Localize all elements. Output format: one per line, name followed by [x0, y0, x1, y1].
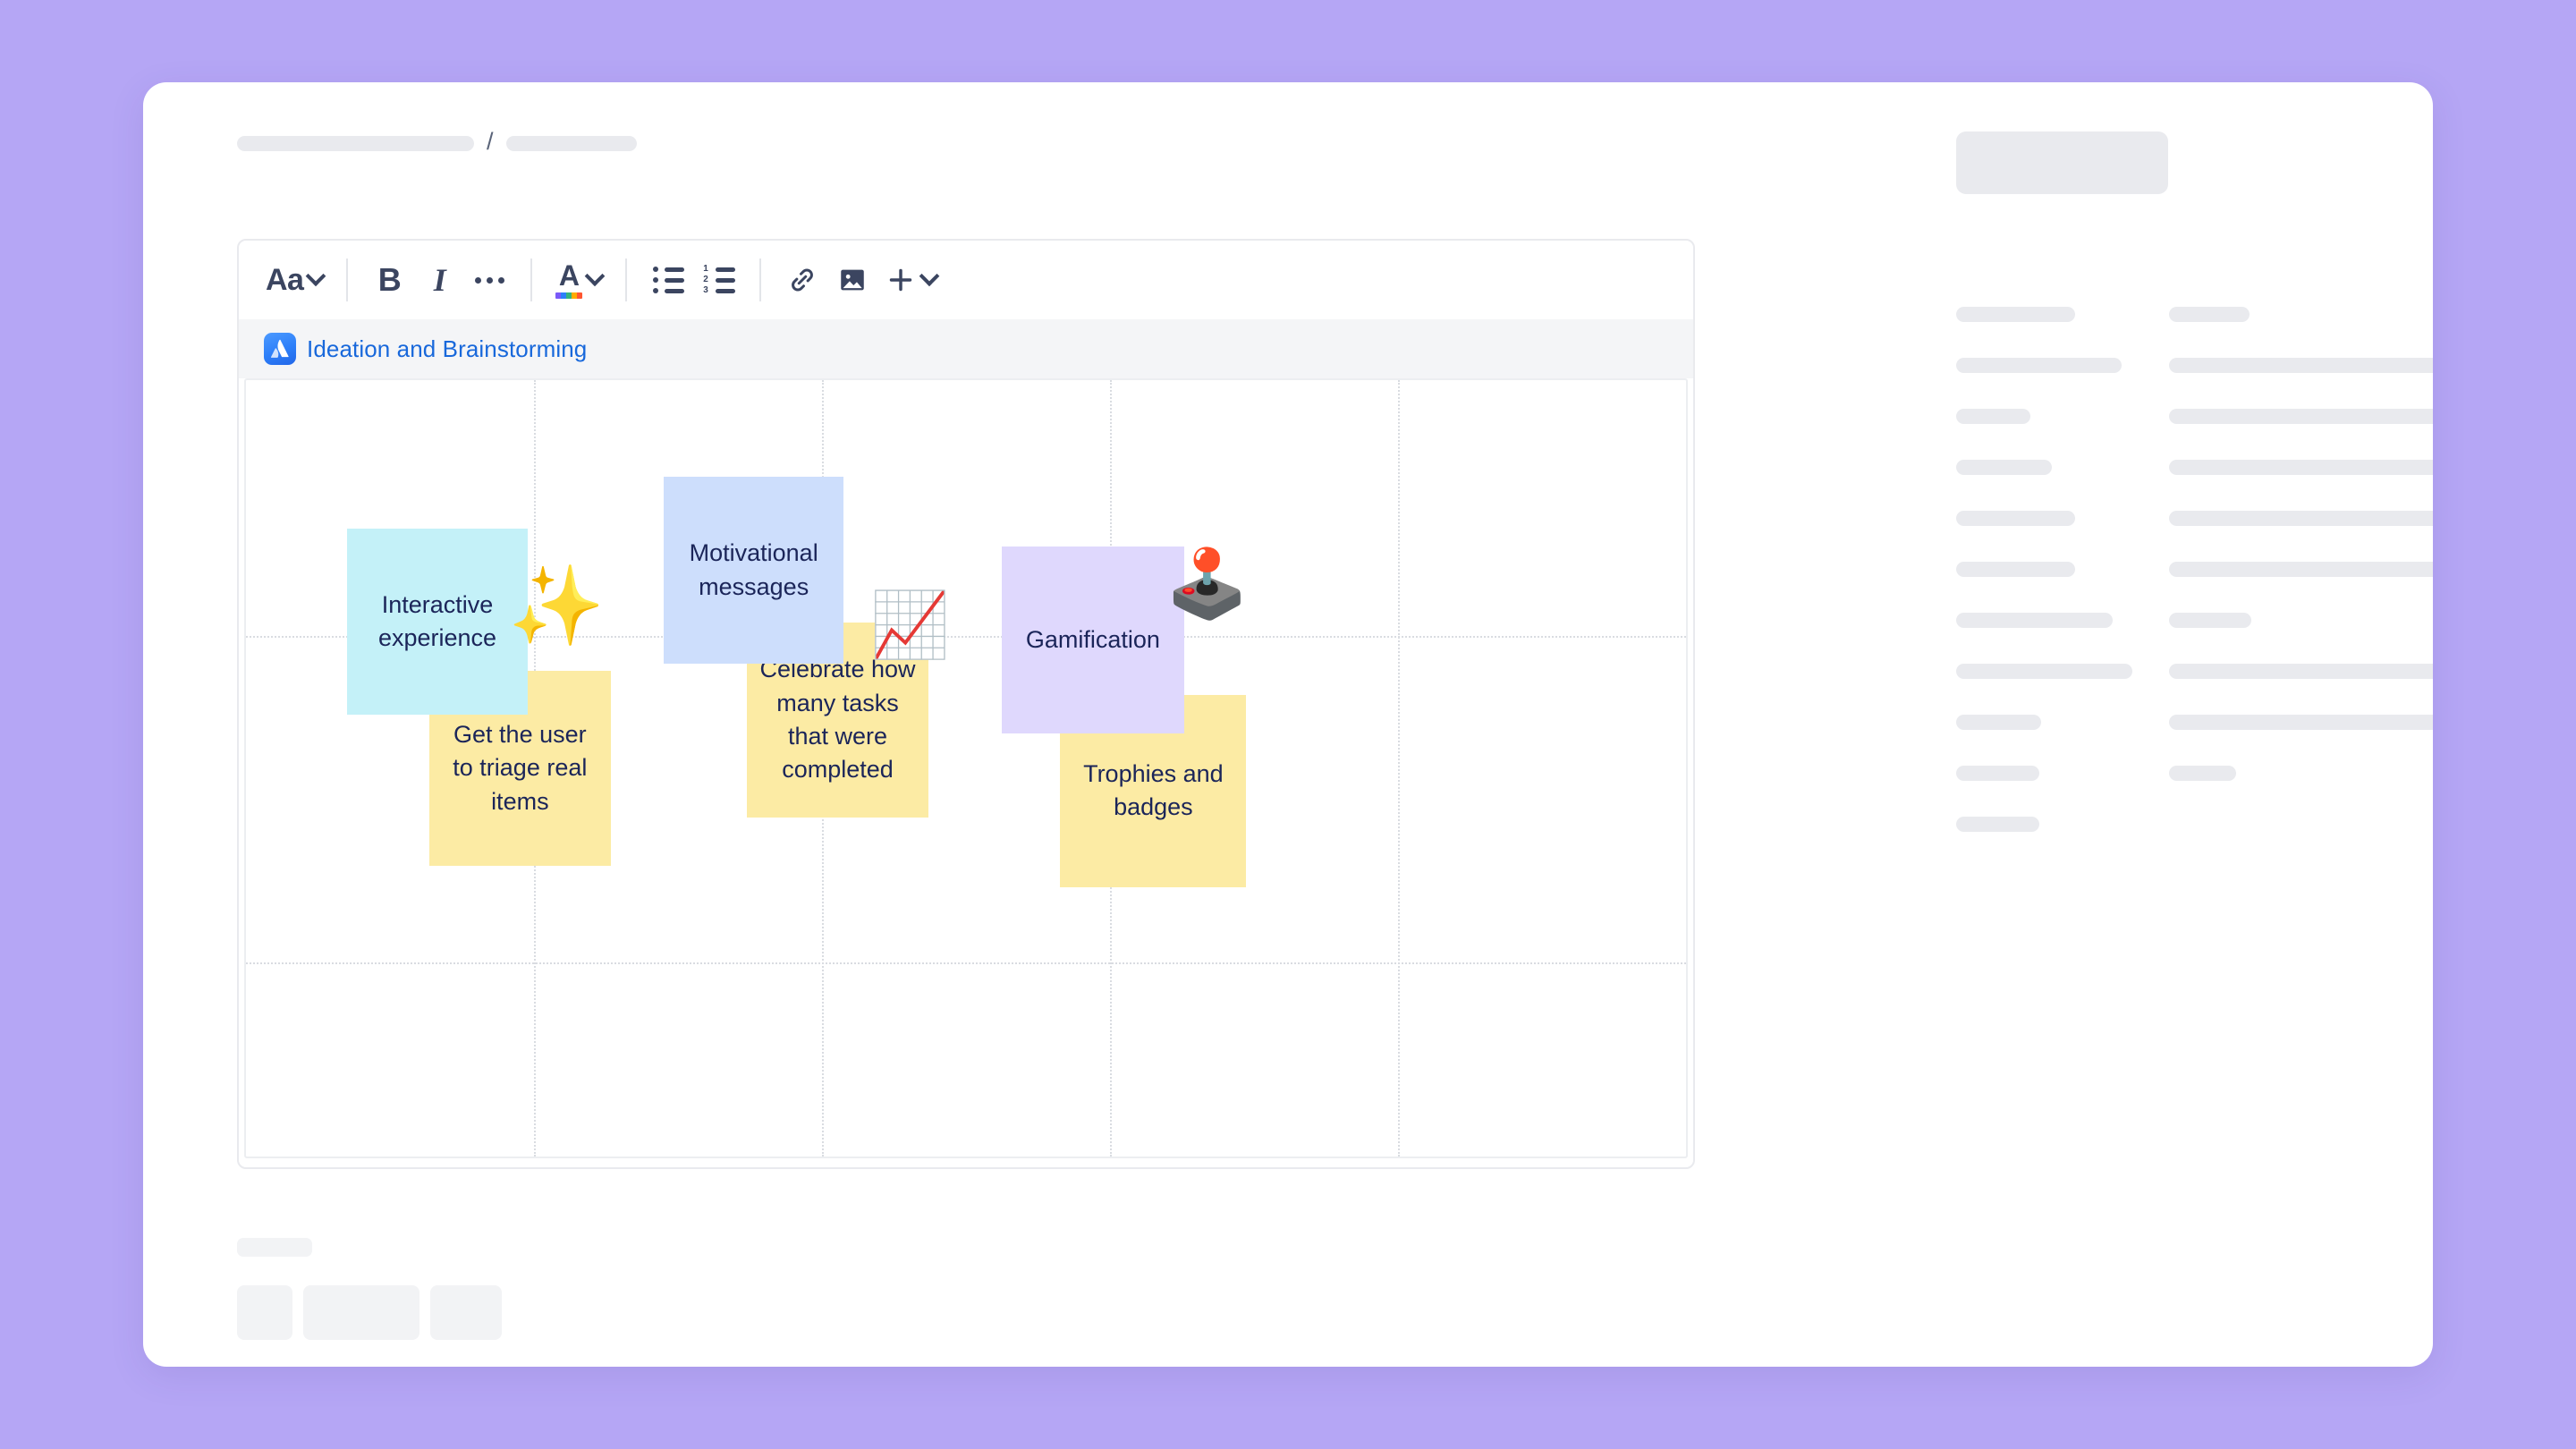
side-panel-line-placeholder — [2169, 715, 2433, 730]
side-panel-line-placeholder — [2169, 409, 2433, 424]
side-panel-line-placeholder — [1956, 358, 2122, 373]
toolbar-group-color: A — [548, 255, 609, 305]
side-panel-line-placeholder — [1956, 715, 2041, 730]
whiteboard-title: Ideation and Brainstorming — [307, 335, 588, 362]
sticky-note[interactable]: Gamification — [1002, 547, 1184, 733]
toolbar-divider — [625, 258, 628, 301]
side-panel-line-placeholder — [2169, 562, 2433, 577]
numbered-list-icon: 1 2 3 — [702, 265, 735, 295]
app-window-card: / Aa B I A 1 2 3 Ideation and Brainstorm… — [143, 82, 2433, 1367]
text-color-icon: A — [555, 259, 583, 299]
sticky-note-text: Interactive experience — [377, 590, 497, 651]
sticky-note-text: Get the user to triage real items — [453, 721, 588, 815]
atlassian-logo-icon — [264, 333, 296, 365]
side-panel-line-placeholder — [1956, 460, 2052, 475]
side-panel-line-placeholder — [2169, 511, 2433, 526]
bullet-list-icon — [652, 267, 684, 293]
sticky-note[interactable]: Motivational messages — [663, 477, 844, 664]
editor-pane: / Aa B I A 1 2 3 Ideation and Brainstorm… — [143, 82, 1807, 1367]
side-panel-line-placeholder — [2169, 613, 2251, 628]
bullet-list-button[interactable] — [643, 255, 693, 305]
numbered-list-button[interactable]: 1 2 3 — [693, 255, 743, 305]
link-button[interactable] — [777, 255, 827, 305]
text-style-button[interactable]: Aa — [258, 255, 330, 305]
toolbar-divider — [759, 258, 762, 301]
toolbar-divider — [530, 258, 533, 301]
sticky-note-text: Gamification — [1025, 626, 1160, 654]
color-swatch — [555, 292, 583, 299]
side-panel-header-placeholder[interactable] — [1956, 131, 2168, 194]
image-icon — [841, 269, 865, 291]
toolbar-group-insert — [777, 255, 944, 305]
image-button[interactable] — [827, 255, 877, 305]
more-formatting-button[interactable] — [464, 255, 514, 305]
italic-button[interactable]: I — [414, 255, 464, 305]
breadcrumb-page-placeholder[interactable] — [505, 136, 637, 151]
text-style-label: Aa — [266, 263, 304, 297]
footer-chip[interactable] — [430, 1285, 502, 1340]
toolbar-group-format: B I — [364, 255, 514, 305]
whiteboard-header[interactable]: Ideation and Brainstorming — [239, 319, 1693, 378]
side-panel-line-placeholder — [2169, 664, 2433, 679]
more-horizontal-icon — [474, 276, 504, 284]
footer-label-placeholder — [237, 1238, 312, 1257]
sticky-note-text: Trophies and badges — [1083, 760, 1224, 821]
chevron-down-icon — [585, 266, 606, 287]
side-panel-line-placeholder — [1956, 766, 2039, 781]
sticky-note-text: Motivational messages — [689, 539, 818, 600]
sticky-note[interactable]: Interactive experience — [347, 528, 528, 716]
bold-button[interactable]: B — [364, 255, 414, 305]
chevron-down-icon — [919, 266, 940, 287]
footer-chip[interactable] — [303, 1285, 419, 1340]
toolbar-divider — [346, 258, 349, 301]
whiteboard-embed: Ideation and Brainstorming Interactive e… — [239, 319, 1693, 1167]
breadcrumb-space-placeholder[interactable] — [237, 136, 474, 151]
insert-button[interactable] — [877, 255, 944, 305]
footer-chips — [237, 1285, 502, 1340]
side-panel-line-placeholder — [1956, 817, 2039, 832]
grid-line-vertical — [1398, 380, 1400, 1157]
side-panel-line-placeholder — [1956, 409, 2030, 424]
side-panel-line-placeholder — [1956, 613, 2113, 628]
italic-label: I — [433, 262, 446, 298]
side-panel-line-placeholder — [2169, 358, 2433, 373]
breadcrumb-separator: / — [487, 128, 494, 155]
link-icon — [792, 268, 814, 292]
document-editor: Aa B I A 1 2 3 Ideation and Brainstormin… — [237, 239, 1695, 1169]
side-panel-line-placeholder — [2169, 766, 2236, 781]
whiteboard-canvas[interactable]: Interactive experience Get the user to t… — [244, 378, 1688, 1158]
footer-chip[interactable] — [237, 1285, 292, 1340]
text-color-button[interactable]: A — [548, 255, 609, 305]
text-color-label: A — [558, 259, 580, 292]
side-panel-line-placeholder — [1956, 664, 2132, 679]
sticky-note-text: Celebrate how many tasks that were compl… — [759, 656, 916, 784]
side-panel-line-placeholder — [1956, 307, 2075, 322]
grid-line-horizontal — [246, 962, 1686, 964]
editor-toolbar: Aa B I A 1 2 3 — [239, 241, 1693, 319]
side-panel — [1807, 82, 2433, 1367]
side-panel-line-placeholder — [1956, 511, 2075, 526]
bold-label: B — [377, 261, 402, 298]
toolbar-group-text-style: Aa — [258, 255, 330, 305]
toolbar-group-lists: 1 2 3 — [643, 255, 743, 305]
breadcrumb: / — [237, 128, 637, 156]
plus-icon — [890, 268, 912, 292]
side-panel-line-placeholder — [2169, 307, 2250, 322]
side-panel-line-placeholder — [2169, 460, 2433, 475]
side-panel-line-placeholder — [1956, 562, 2075, 577]
chevron-down-icon — [306, 266, 326, 287]
